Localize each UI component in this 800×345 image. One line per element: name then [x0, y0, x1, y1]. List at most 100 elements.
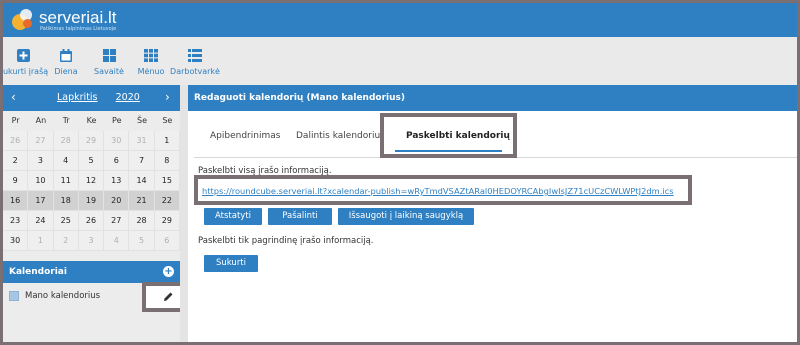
weekday-label: Še: [137, 116, 148, 125]
day-cell[interactable]: 29: [154, 211, 180, 231]
day-cell[interactable]: 3: [28, 151, 54, 171]
day-cell[interactable]: 28: [129, 211, 155, 231]
prev-month-icon[interactable]: ‹: [11, 90, 16, 104]
day-cell[interactable]: 31: [129, 131, 155, 151]
day-cell[interactable]: 2: [53, 231, 79, 251]
day-cell[interactable]: 23: [3, 211, 29, 231]
day-cell[interactable]: 6: [154, 231, 180, 251]
day-cell[interactable]: 20: [104, 191, 130, 211]
day-cell[interactable]: 1: [154, 131, 180, 151]
panel-divider: [180, 85, 188, 342]
list-icon: [188, 49, 202, 62]
day-cell[interactable]: 3: [78, 231, 105, 251]
day-cell[interactable]: 5: [129, 231, 155, 251]
edit-calendar-dialog: Redaguoti kalendorių (Mano kalendorius) …: [188, 85, 797, 342]
weekday-label: Tr: [62, 116, 70, 125]
month-link[interactable]: Lapkritis: [57, 92, 98, 103]
day-cell[interactable]: 21: [129, 191, 155, 211]
add-calendar-icon[interactable]: +: [163, 266, 174, 277]
tab-publish[interactable]: Paskelbti kalendorių: [380, 113, 517, 158]
create-button[interactable]: Sukurti: [204, 255, 258, 272]
day-cell[interactable]: 27: [28, 131, 54, 151]
day-cell[interactable]: 18: [53, 191, 79, 211]
day-cell[interactable]: 12: [78, 171, 105, 191]
month-view-label: Mėnuo: [137, 67, 165, 76]
day-cell[interactable]: 11: [53, 171, 79, 191]
next-month-icon[interactable]: ›: [165, 90, 170, 104]
week-row: 30 1 2 3 4 5 6: [3, 231, 180, 251]
day-cell[interactable]: 4: [104, 231, 130, 251]
publish-url-field: https://roundcube.serveriai.lt?xcalendar…: [194, 175, 692, 205]
toolbar: Sukurti įrašą Diena Savaitė: [3, 37, 797, 85]
day-cell[interactable]: 16: [3, 191, 29, 211]
weekday-row: Pr An Tr Ke Pe Še Se: [3, 111, 180, 131]
month-year-selector: Lapkritis 2020: [57, 92, 140, 103]
day-cell[interactable]: 30: [104, 131, 130, 151]
save-to-cache-button[interactable]: Išsaugoti į laikiną saugyklą: [338, 208, 474, 225]
dialog-header: Redaguoti kalendorių (Mano kalendorius): [188, 85, 797, 111]
create-event-label: Sukurti įrašą: [3, 67, 49, 76]
tab-share[interactable]: Dalintis kalendoriumi: [296, 131, 391, 141]
day-cell[interactable]: 22: [154, 191, 180, 211]
day-cell[interactable]: 7: [129, 151, 155, 171]
day-cell[interactable]: 13: [104, 171, 130, 191]
month-view-button[interactable]: Mėnuo: [136, 49, 166, 76]
day-cell[interactable]: 14: [129, 171, 155, 191]
day-view-button[interactable]: Diena: [53, 49, 79, 76]
day-cell[interactable]: 9: [3, 171, 29, 191]
day-cell[interactable]: 29: [78, 131, 105, 151]
active-tab-indicator: [395, 150, 502, 152]
week-row: 9 10 11 12 13 14 15: [3, 171, 180, 191]
calendar-name: Mano kalendorius: [25, 291, 101, 301]
week-row: 2 3 4 5 6 7 8: [3, 151, 180, 171]
plus-square-icon: [16, 49, 30, 62]
day-cell[interactable]: 27: [104, 211, 130, 231]
weekday-label: Pe: [112, 116, 122, 125]
day-cell[interactable]: 24: [28, 211, 54, 231]
day-cell[interactable]: 6: [104, 151, 130, 171]
day-cell[interactable]: 25: [53, 211, 79, 231]
tab-summary[interactable]: Apibendrinimas: [210, 131, 280, 141]
weekday-label: Se: [162, 116, 173, 125]
day-cell[interactable]: 1: [28, 231, 54, 251]
calendars-header: Kalendoriai +: [3, 261, 180, 283]
dialog-title: Redaguoti kalendorių (Mano kalendorius): [194, 93, 405, 103]
brand-logo[interactable]: serveriai.lt Patikimas talpinimas Lietuv…: [9, 7, 116, 33]
publish-url-link[interactable]: https://roundcube.serveriai.lt?xcalendar…: [202, 186, 674, 196]
day-cell[interactable]: 15: [154, 171, 180, 191]
weekday-label: Ke: [86, 116, 97, 125]
day-cell[interactable]: 5: [78, 151, 105, 171]
publish-basic-label: Paskelbti tik pagrindinę įrašo informaci…: [198, 236, 374, 246]
reset-button[interactable]: Atstatyti: [204, 208, 262, 225]
day-cell[interactable]: 30: [3, 231, 29, 251]
day-cell[interactable]: 4: [53, 151, 79, 171]
day-cell[interactable]: 19: [78, 191, 105, 211]
agenda-view-button[interactable]: Darbotvarkė: [170, 49, 220, 76]
calendar-icon: [60, 49, 72, 62]
day-cell[interactable]: 26: [78, 211, 105, 231]
delete-button[interactable]: Pašalinti: [268, 208, 332, 225]
weekday-label: An: [35, 116, 47, 125]
day-cell[interactable]: 10: [28, 171, 54, 191]
grid-4-icon: [102, 49, 116, 62]
agenda-view-label: Darbotvarkė: [170, 67, 220, 76]
app-window: serveriai.lt Patikimas talpinimas Lietuv…: [3, 3, 797, 342]
mini-calendar-header: ‹ Lapkritis 2020 ›: [3, 85, 180, 111]
top-bar: serveriai.lt Patikimas talpinimas Lietuv…: [3, 3, 797, 37]
tab-publish-label: Paskelbti kalendorių: [406, 131, 510, 141]
grid-9-icon: [144, 49, 158, 62]
week-row: 23 24 25 26 27 28 29: [3, 211, 180, 231]
pencil-icon: [164, 292, 173, 301]
day-cell[interactable]: 17: [28, 191, 54, 211]
day-cell[interactable]: 8: [154, 151, 180, 171]
day-cell[interactable]: 28: [53, 131, 79, 151]
weekday-label: Pr: [11, 116, 20, 125]
day-cell[interactable]: 2: [3, 151, 29, 171]
brand-name: serveriai.lt: [39, 7, 117, 27]
create-event-button[interactable]: Sukurti įrašą: [3, 49, 48, 76]
day-cell[interactable]: 26: [3, 131, 29, 151]
logo-mark-icon: [9, 7, 35, 33]
year-link[interactable]: 2020: [116, 92, 140, 103]
mini-calendar-grid: Pr An Tr Ke Pe Še Se 26 27 28 29 30 31 1…: [3, 111, 180, 251]
week-view-button[interactable]: Savaitė: [93, 49, 125, 76]
